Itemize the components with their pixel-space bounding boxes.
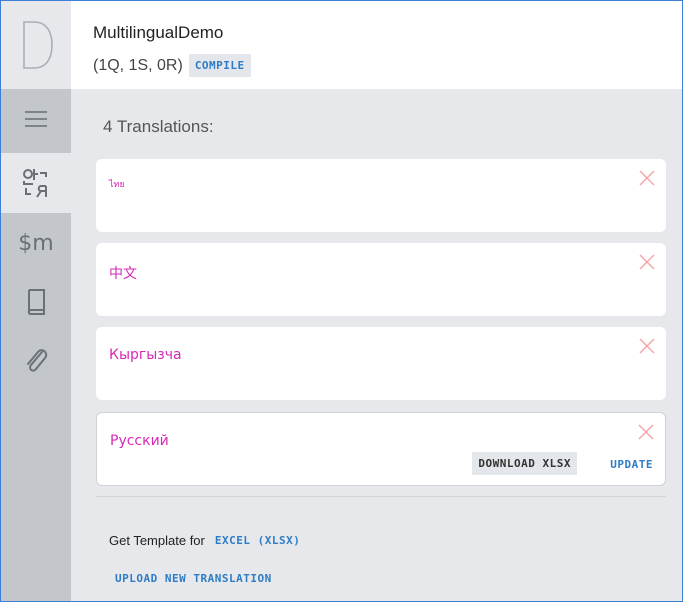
sidebar-item-attachments[interactable] xyxy=(1,331,71,391)
language-name: ไทย xyxy=(109,180,125,190)
project-title: MultilingualDemo xyxy=(93,23,224,42)
update-button[interactable]: UPDATE xyxy=(610,458,653,471)
sidebar-item-translations[interactable] xyxy=(1,153,71,213)
translation-card[interactable]: ไทย xyxy=(96,159,666,232)
paperclip-icon xyxy=(27,349,48,372)
money-icon: $m xyxy=(18,230,54,256)
close-icon[interactable] xyxy=(638,337,656,355)
logo xyxy=(1,1,71,89)
app-window: $m MultilingualDemo (1Q, 1S, 0R) COMPILE… xyxy=(0,0,683,602)
close-icon[interactable] xyxy=(638,169,656,187)
template-row: Get Template for EXCEL (XLSX) xyxy=(109,533,300,548)
sidebar: $m xyxy=(1,1,71,601)
download-xlsx-button[interactable]: DOWNLOAD XLSX xyxy=(472,452,577,475)
excel-template-button[interactable]: EXCEL (XLSX) xyxy=(215,534,300,547)
language-name: 中文 xyxy=(109,266,137,282)
upload-translation-button[interactable]: UPLOAD NEW TRANSLATION xyxy=(115,572,272,585)
header: MultilingualDemo (1Q, 1S, 0R) COMPILE xyxy=(71,1,682,89)
book-icon xyxy=(27,289,45,315)
project-counts: (1Q, 1S, 0R) xyxy=(93,56,183,74)
close-icon[interactable] xyxy=(637,423,655,441)
close-icon[interactable] xyxy=(638,253,656,271)
template-label: Get Template for xyxy=(109,533,205,548)
language-name: Кыргызча xyxy=(109,347,182,363)
project-stats: (1Q, 1S, 0R) COMPILE xyxy=(93,54,251,77)
sidebar-item-book[interactable] xyxy=(1,273,71,333)
main-panel: MultilingualDemo (1Q, 1S, 0R) COMPILE 4 … xyxy=(71,1,682,601)
translations-heading: 4 Translations: xyxy=(103,117,214,136)
sidebar-item-money[interactable]: $m xyxy=(1,213,71,273)
sidebar-item-menu[interactable] xyxy=(1,89,71,149)
translation-icon xyxy=(23,169,47,198)
language-name: Русский xyxy=(110,433,169,449)
translation-card[interactable]: Кыргызча xyxy=(96,327,666,400)
translation-card-selected[interactable]: Русский DOWNLOAD XLSX UPDATE xyxy=(96,412,666,486)
menu-icon xyxy=(25,111,47,127)
logo-d-icon xyxy=(23,21,53,69)
translation-card[interactable]: 中文 xyxy=(96,243,666,316)
divider xyxy=(96,496,666,497)
compile-button[interactable]: COMPILE xyxy=(188,54,251,77)
